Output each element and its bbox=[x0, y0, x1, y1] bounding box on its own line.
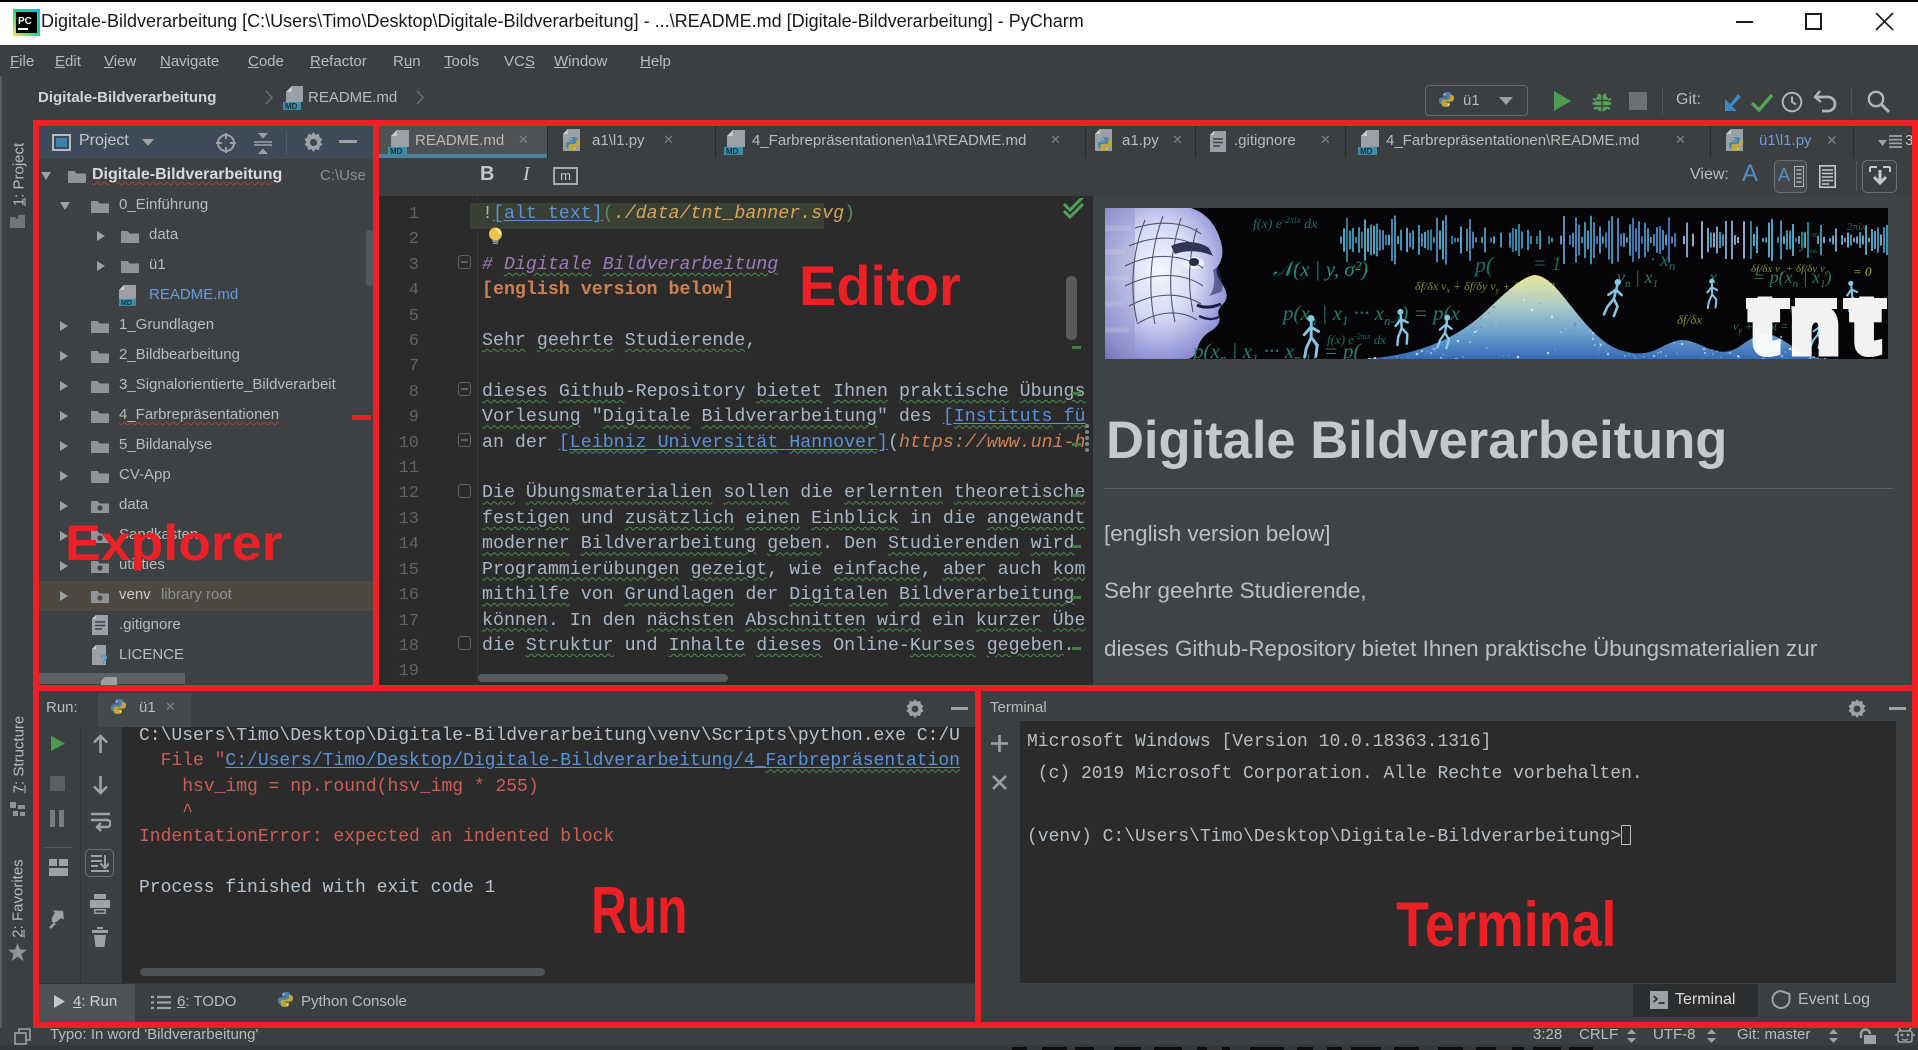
svg-text:PC: PC bbox=[18, 16, 32, 27]
svg-text:MD: MD bbox=[121, 300, 132, 306]
svg-text:2πix: 2πix bbox=[1847, 221, 1866, 233]
svg-text:δf/δx: δf/δx bbox=[1677, 312, 1702, 327]
svg-text:MD: MD bbox=[285, 102, 298, 110]
svg-text:?: ? bbox=[100, 652, 108, 665]
svg-text:p(: p( bbox=[1473, 252, 1495, 277]
svg-text:p(xn | x1 ··· xn-1) = p(x: p(xn | x1 ··· xn-1) = p(x bbox=[1281, 301, 1461, 328]
svg-text:δf/δx vx + δf/δy vy: δf/δx vx + δf/δy vy bbox=[1751, 263, 1829, 277]
svg-text:-∞: -∞ bbox=[1808, 246, 1817, 256]
svg-text:p(xn | x1 ··· xn-1) = p(: p(xn | x1 ··· xn-1) = p( bbox=[1191, 339, 1363, 359]
svg-text:vn | x1: vn | x1 bbox=[1617, 267, 1658, 290]
svg-text:MD: MD bbox=[1360, 147, 1373, 155]
svg-text:= 1: = 1 bbox=[1533, 253, 1562, 275]
svg-text:= 0: = 0 bbox=[1853, 264, 1872, 279]
svg-text:𝒩(x | y, σ²): 𝒩(x | y, σ²) bbox=[1273, 257, 1368, 281]
svg-text:∞: ∞ bbox=[1811, 230, 1818, 241]
svg-text:MD: MD bbox=[390, 147, 403, 155]
svg-text:MD: MD bbox=[726, 147, 739, 155]
svg-text:tnt: tnt bbox=[1751, 281, 1888, 359]
